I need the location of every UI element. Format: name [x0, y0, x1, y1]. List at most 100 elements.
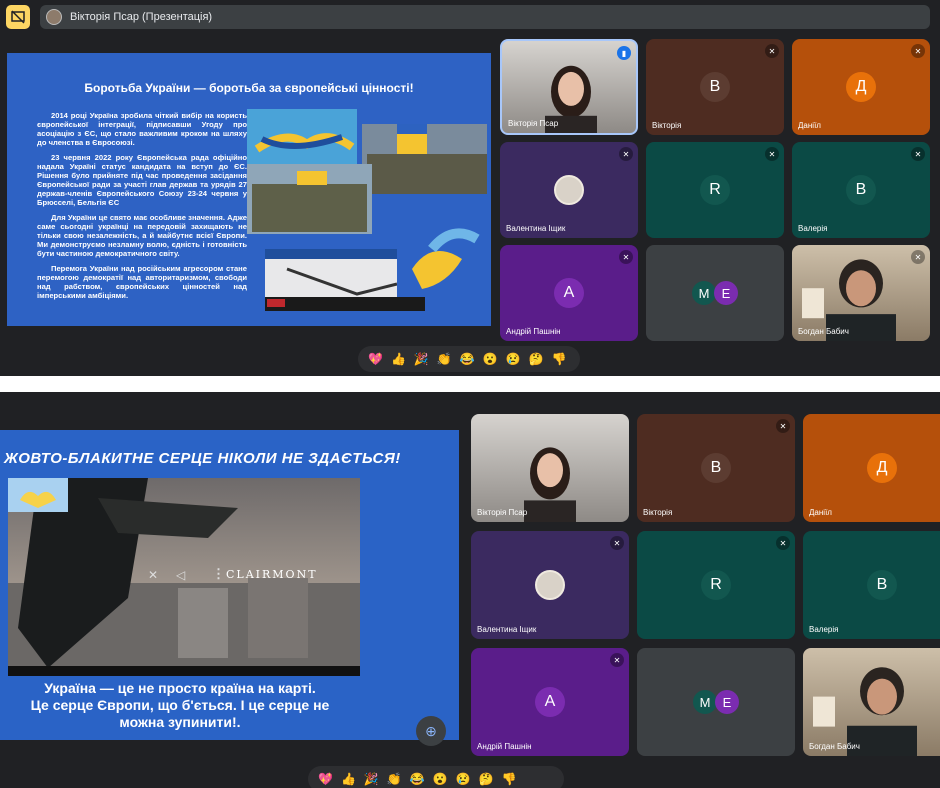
collage-image	[247, 109, 487, 311]
mic-off-icon: ✕	[765, 147, 779, 161]
top-bar: Вікторія Псар (Презентація)	[0, 0, 940, 34]
participant-tile[interactable]: Вікторія Псар	[471, 414, 629, 522]
participant-tile[interactable]: ВВалерія✕	[803, 531, 940, 639]
caption-line: Це серце Європи, що б'ється. І це серце …	[30, 697, 330, 713]
participant-tile[interactable]: В Вікторія ✕	[637, 414, 795, 522]
reaction-button[interactable]: 👏	[387, 772, 402, 786]
avatar: В	[700, 72, 730, 102]
participant-tile[interactable]: МЕ	[646, 245, 784, 341]
slide-body: 2014 році Україна зробила чіткий вибір н…	[37, 111, 247, 306]
reaction-button[interactable]: 👎	[502, 772, 517, 786]
participant-name: Валентина Іщик	[506, 224, 566, 233]
zoom-button[interactable]: ⊕	[416, 716, 446, 746]
caption-line: Україна — це не просто країна на карті.	[44, 680, 316, 696]
participant-name: Богдан Бабич	[809, 742, 860, 751]
participant-tile[interactable]: А Андрій Пашнін ✕	[500, 245, 638, 341]
participant-tile[interactable]: Валентина Іщик ✕	[471, 531, 629, 639]
mic-off-icon: ✕	[776, 536, 790, 550]
presentation-slide: Боротьба України — боротьба за європейсь…	[7, 53, 491, 326]
presenter-title-pill[interactable]: Вікторія Псар (Презентація)	[40, 5, 930, 29]
participant-name: Валентина Іщик	[477, 625, 537, 634]
participant-tile[interactable]: R ✕	[637, 531, 795, 639]
avatar: R	[700, 175, 730, 205]
avatar: В	[867, 570, 897, 600]
participant-tile[interactable]: Вікторія Псар ▮	[500, 39, 638, 135]
avatar: Е	[714, 281, 738, 305]
participant-tile[interactable]: Богдан Бабич	[803, 648, 940, 756]
participant-tile[interactable]: Богдан Бабич ✕	[792, 245, 930, 341]
avatar: В	[701, 453, 731, 483]
reaction-button[interactable]: 😮	[433, 772, 448, 786]
reaction-button[interactable]: 💖	[368, 352, 383, 366]
embedded-video[interactable]: CLAIRMONT ✕ ◁ ⋮	[8, 478, 360, 676]
mic-off-icon: ✕	[619, 147, 633, 161]
mic-off-icon: ✕	[776, 419, 790, 433]
reaction-button[interactable]: 👍	[391, 352, 406, 366]
avatar	[554, 175, 584, 205]
more-options-icon[interactable]: ⋮	[212, 566, 225, 582]
reaction-button[interactable]: 😂	[410, 772, 425, 786]
slide-image-collage	[247, 109, 487, 314]
reaction-button[interactable]: 🎉	[414, 352, 429, 366]
speaking-indicator-icon: ▮	[617, 46, 631, 60]
participant-name: Андрій Пашнін	[506, 327, 561, 336]
reaction-button[interactable]: 👎	[552, 352, 567, 366]
avatar	[535, 570, 565, 600]
participant-name: Даніїл	[798, 121, 821, 130]
participant-name: Андрій Пашнін	[477, 742, 532, 751]
reaction-button[interactable]: 💖	[318, 772, 333, 786]
participant-name: Даніїл	[809, 508, 832, 517]
participant-tile[interactable]: Д Даніїл ✕	[792, 39, 930, 135]
reaction-button[interactable]: 😢	[456, 772, 471, 786]
slide-paragraph: 2014 році Україна зробила чіткий вибір н…	[37, 111, 247, 147]
participant-tile[interactable]: МЕ	[637, 648, 795, 756]
avatar-group: МЕ	[692, 281, 738, 305]
mic-off-icon: ✕	[911, 250, 925, 264]
reaction-button[interactable]: 😂	[460, 352, 475, 366]
meet-window-bottom: ЖОВТО-БЛАКИТНЕ СЕРЦЕ НІКОЛИ НЕ ЗДАЄТЬСЯ!…	[0, 392, 940, 788]
reaction-bar: 💖 👍 🎉 👏 😂 😮 😢 🤔 👎	[358, 346, 580, 372]
participant-name: Вікторія	[643, 508, 673, 517]
presenter-title: Вікторія Псар (Презентація)	[70, 11, 213, 23]
slide-title: Боротьба України — боротьба за європейсь…	[84, 81, 414, 95]
mic-off-icon: ✕	[610, 653, 624, 667]
mic-off-icon: ✕	[911, 147, 925, 161]
mic-off-icon: ✕	[765, 44, 779, 58]
participant-tile[interactable]: R ✕	[646, 142, 784, 238]
avatar: А	[554, 278, 584, 308]
reaction-button[interactable]: 🤔	[479, 772, 494, 786]
reaction-button[interactable]: 🎉	[364, 772, 379, 786]
participant-tile[interactable]: Валентина Іщик ✕	[500, 142, 638, 238]
slide-paragraph: 23 червня 2022 року Європейська рада офі…	[37, 153, 247, 207]
avatar: Д	[846, 72, 876, 102]
avatar: В	[846, 175, 876, 205]
participant-name: Вікторія	[652, 121, 682, 130]
participant-tile[interactable]: А Андрій Пашнін ✕	[471, 648, 629, 756]
mute-video-icon[interactable]: ✕	[148, 568, 158, 582]
participant-video	[813, 667, 917, 756]
volume-icon[interactable]: ◁	[176, 568, 185, 582]
presentation-toggle-button[interactable]	[6, 5, 30, 29]
avatar: R	[701, 570, 731, 600]
participant-tile[interactable]: Д Даніїл	[803, 414, 940, 522]
participant-name: Вікторія Псар	[508, 119, 559, 128]
avatar: А	[535, 687, 565, 717]
participant-tile[interactable]: В Вікторія ✕	[646, 39, 784, 135]
participant-name: Валерія	[809, 625, 839, 634]
participant-video	[524, 447, 576, 522]
slide-caption: Україна — це не просто країна на карті. …	[0, 680, 360, 731]
mic-off-icon: ✕	[619, 250, 633, 264]
reaction-button[interactable]: 👏	[437, 352, 452, 366]
presentation-slide: ЖОВТО-БЛАКИТНЕ СЕРЦЕ НІКОЛИ НЕ ЗДАЄТЬСЯ!…	[0, 430, 459, 740]
reaction-button[interactable]: 👍	[341, 772, 356, 786]
avatar-group: МЕ	[693, 690, 739, 714]
avatar	[46, 9, 62, 25]
participant-name: Вікторія Псар	[477, 508, 528, 517]
caption-line: можна зупинити!.	[119, 714, 241, 730]
reaction-button[interactable]: 😢	[506, 352, 521, 366]
mic-off-icon: ✕	[610, 536, 624, 550]
reaction-button[interactable]: 😮	[483, 352, 498, 366]
zoom-icon: ⊕	[425, 722, 437, 739]
reaction-button[interactable]: 🤔	[529, 352, 544, 366]
participant-tile[interactable]: ВВалерія✕	[792, 142, 930, 238]
